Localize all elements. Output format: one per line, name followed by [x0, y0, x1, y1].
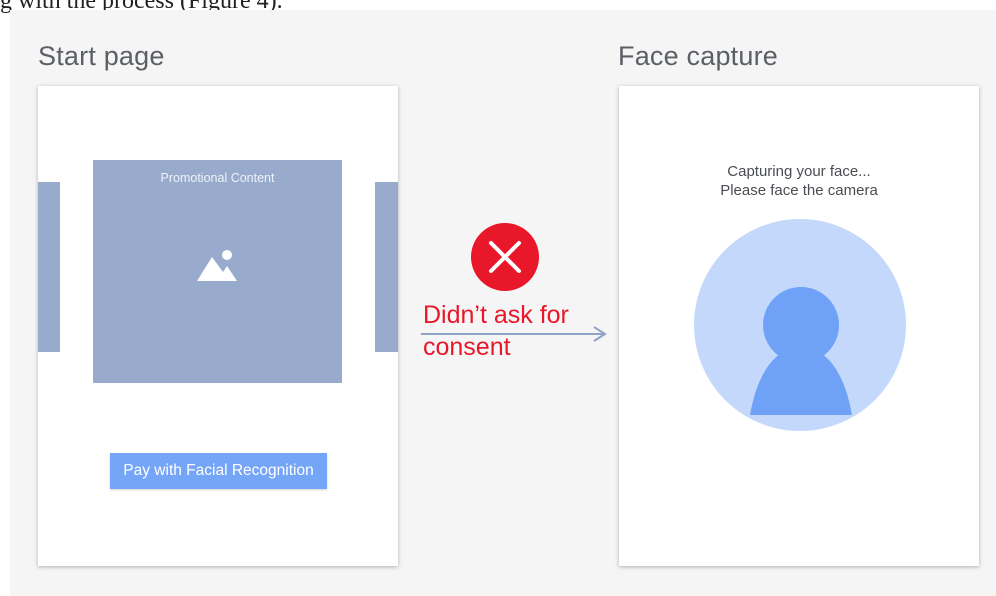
promotional-label: Promotional Content: [160, 171, 275, 185]
carousel-next-card[interactable]: [375, 182, 398, 352]
image-icon: [197, 250, 237, 281]
face-avatar-icon: [694, 219, 906, 431]
x-circle-icon: [471, 223, 539, 291]
capture-instruction-line2: Please face the camera: [720, 182, 878, 199]
start-page-screen: Promotional Content Pay with Facial Reco…: [38, 86, 398, 566]
face-capture-title: Face capture: [618, 41, 778, 71]
promotional-card[interactable]: Promotional Content: [93, 160, 342, 383]
start-page-title: Start page: [38, 41, 165, 71]
face-capture-screen: Capturing your face... Please face the c…: [619, 86, 979, 566]
capture-instruction-line1: Capturing your face...: [727, 163, 871, 180]
flow-arrow-icon: [421, 326, 607, 342]
carousel-prev-card[interactable]: [38, 182, 60, 352]
pay-with-facial-recognition-button[interactable]: Pay with Facial Recognition: [110, 453, 327, 489]
capture-instructions: Capturing your face... Please face the c…: [619, 162, 979, 200]
